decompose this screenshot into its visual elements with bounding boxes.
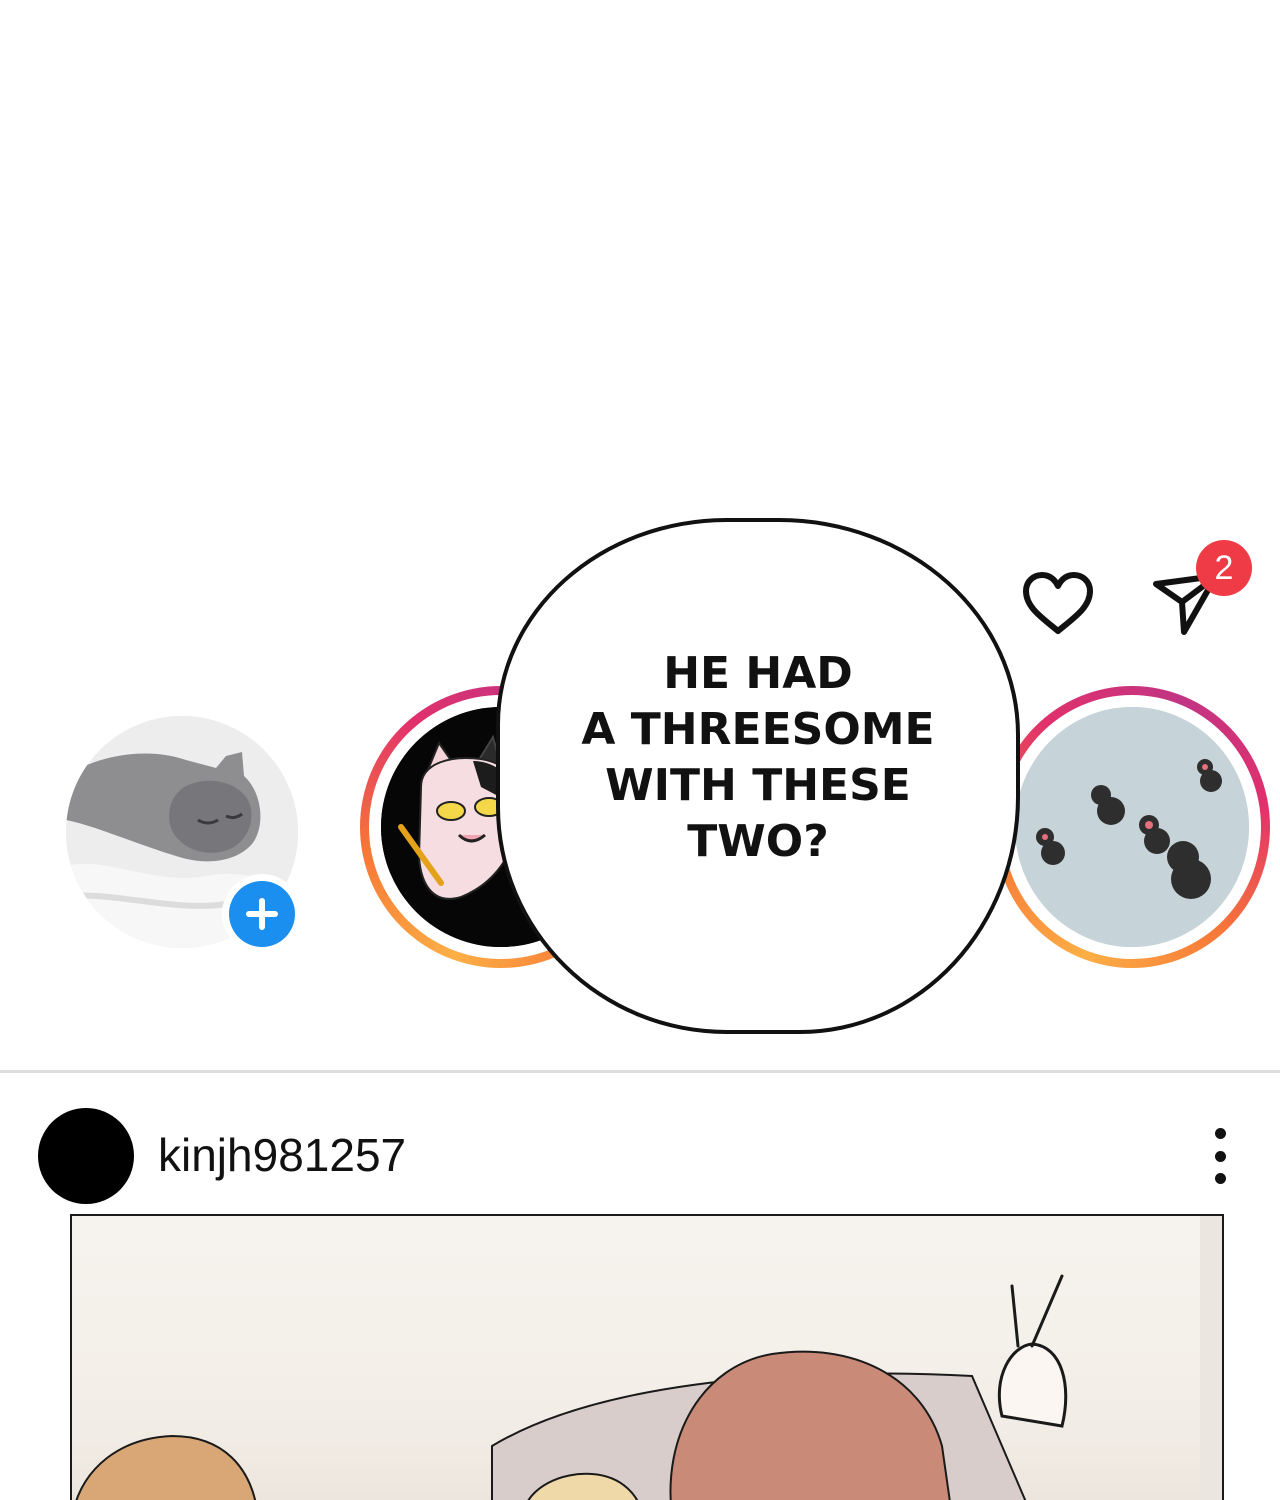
activity-heart-button[interactable] — [1018, 566, 1098, 642]
ants-image — [1015, 707, 1249, 947]
plus-icon — [246, 898, 278, 930]
speech-bubble: HE HAD A THREESOME WITH THESE TWO? — [496, 518, 1020, 1034]
add-story-button[interactable] — [222, 874, 302, 954]
heart-icon — [1023, 572, 1093, 634]
more-vertical-icon-dot — [1214, 1173, 1226, 1184]
feed-divider — [0, 1070, 1280, 1073]
cartoon-ants-icon — [1015, 707, 1249, 947]
post-illustration — [75, 1216, 1222, 1500]
speech-bubble-text: HE HAD A THREESOME WITH THESE TWO? — [581, 648, 935, 867]
post-more-options-button[interactable] — [1200, 1128, 1240, 1184]
add-story-circle — [229, 881, 295, 947]
story-ring-ants[interactable] — [994, 686, 1270, 968]
post-image[interactable] — [70, 1214, 1224, 1500]
post-author-username[interactable]: kinjh981257 — [158, 1128, 406, 1182]
more-vertical-icon-dot — [1214, 1150, 1226, 1162]
notification-badge: 2 — [1196, 540, 1252, 596]
screen: 2 HE HAD A THREESOME WITH THESE TWO? kin… — [0, 0, 1280, 1500]
more-vertical-icon-dot — [1214, 1128, 1226, 1139]
post-author-avatar[interactable] — [38, 1108, 134, 1204]
